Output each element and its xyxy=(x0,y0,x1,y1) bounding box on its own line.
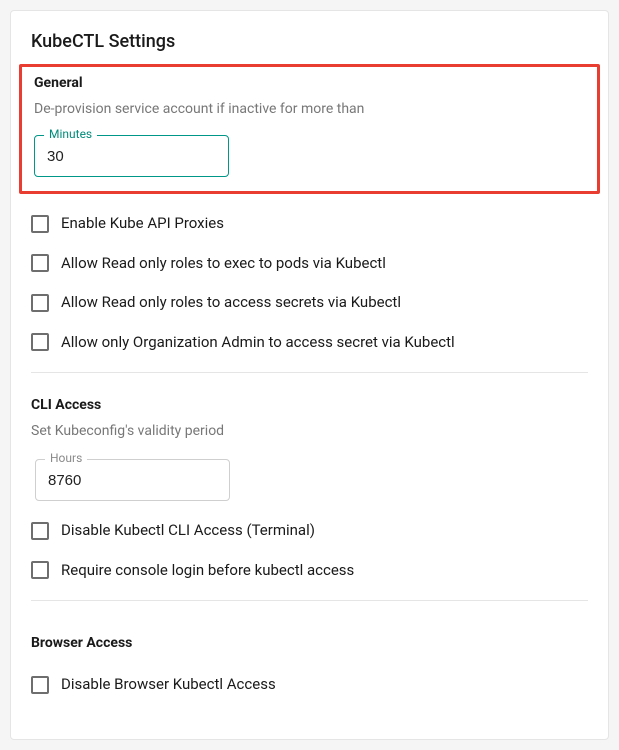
minutes-input[interactable] xyxy=(34,135,229,177)
hours-input-wrapper: Hours xyxy=(35,459,230,501)
disable-browser-kubectl-checkbox[interactable] xyxy=(31,676,49,694)
checkbox-label: Allow Read only roles to exec to pods vi… xyxy=(61,254,386,274)
general-heading: General xyxy=(34,75,589,91)
checkbox-row: Allow Read only roles to access secrets … xyxy=(31,293,588,313)
enable-kube-api-proxies-checkbox[interactable] xyxy=(31,215,49,233)
divider xyxy=(31,372,588,373)
checkbox-row: Require console login before kubectl acc… xyxy=(31,561,588,581)
checkbox-label: Allow Read only roles to access secrets … xyxy=(61,293,401,313)
checkbox-row: Allow only Organization Admin to access … xyxy=(31,333,588,353)
kubectl-settings-card: KubeCTL Settings General De-provision se… xyxy=(10,10,609,740)
checkbox-row: Allow Read only roles to exec to pods vi… xyxy=(31,254,588,274)
checkbox-label: Require console login before kubectl acc… xyxy=(61,561,354,581)
checkbox-row: Enable Kube API Proxies xyxy=(31,214,588,234)
cli-sub-label: Set Kubeconfig's validity period xyxy=(31,423,588,439)
general-highlight-box: General De-provision service account if … xyxy=(19,64,600,194)
allow-read-secrets-checkbox[interactable] xyxy=(31,294,49,312)
checkbox-row: Disable Kubectl CLI Access (Terminal) xyxy=(31,521,588,541)
general-sub-label: De-provision service account if inactive… xyxy=(34,101,589,117)
browser-heading: Browser Access xyxy=(31,635,588,651)
checkbox-label: Enable Kube API Proxies xyxy=(61,214,224,234)
cli-heading: CLI Access xyxy=(31,397,588,413)
allow-org-admin-checkbox[interactable] xyxy=(31,333,49,351)
disable-cli-checkbox[interactable] xyxy=(31,522,49,540)
hours-input[interactable] xyxy=(35,459,230,501)
require-console-login-checkbox[interactable] xyxy=(31,561,49,579)
checkbox-label: Disable Kubectl CLI Access (Terminal) xyxy=(61,521,315,541)
divider xyxy=(31,600,588,601)
minutes-floating-label: Minutes xyxy=(44,127,97,141)
checkbox-label: Allow only Organization Admin to access … xyxy=(61,333,455,353)
checkbox-label: Disable Browser Kubectl Access xyxy=(61,675,276,695)
page-title: KubeCTL Settings xyxy=(31,31,588,52)
allow-read-exec-checkbox[interactable] xyxy=(31,254,49,272)
checkbox-row: Disable Browser Kubectl Access xyxy=(31,675,588,695)
hours-floating-label: Hours xyxy=(45,451,87,465)
minutes-input-wrapper: Minutes xyxy=(34,135,229,177)
